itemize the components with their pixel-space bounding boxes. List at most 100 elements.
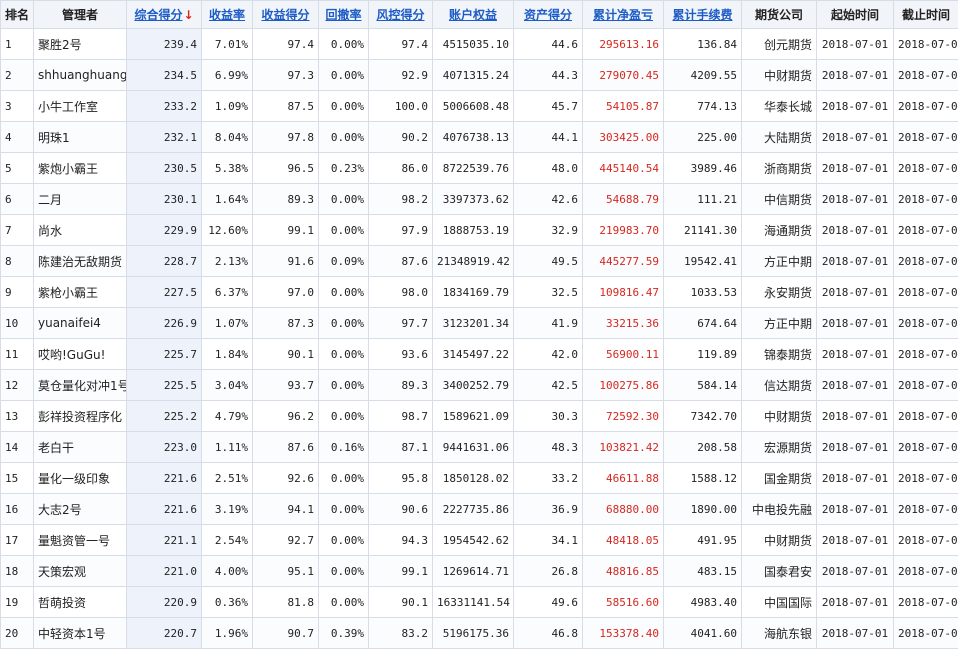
table-row[interactable]: 9紫枪小霸王227.56.37%97.00.00%98.01834169.793… [1, 277, 958, 308]
cell-end-date: 2018-07-03 [894, 432, 958, 463]
cell-drawdown: 0.39% [319, 618, 369, 649]
cell-composite-score: 229.9 [127, 215, 202, 246]
table-row[interactable]: 7尚水229.912.60%99.10.00%97.91888753.1932.… [1, 215, 958, 246]
cell-return-rate: 2.13% [202, 246, 253, 277]
cell-rank: 7 [1, 215, 34, 246]
table-row[interactable]: 3小牛工作室233.21.09%87.50.00%100.05006608.48… [1, 91, 958, 122]
cell-company: 浙商期货 [742, 153, 817, 184]
table-row[interactable]: 1聚胜2号239.47.01%97.40.00%97.44515035.1044… [1, 29, 958, 60]
cell-drawdown: 0.00% [319, 215, 369, 246]
cell-return-score: 87.5 [253, 91, 319, 122]
table-row[interactable]: 11哎哟!GuGu!225.71.84%90.10.00%93.63145497… [1, 339, 958, 370]
cell-drawdown: 0.00% [319, 184, 369, 215]
table-body: 1聚胜2号239.47.01%97.40.00%97.44515035.1044… [1, 29, 958, 649]
cell-return-score: 87.3 [253, 308, 319, 339]
cell-rank: 12 [1, 370, 34, 401]
cell-equity: 1954542.62 [433, 525, 514, 556]
table-row[interactable]: 6二月230.11.64%89.30.00%98.23397373.6242.6… [1, 184, 958, 215]
table-row[interactable]: 15量化一级印象221.62.51%92.60.00%95.81850128.0… [1, 463, 958, 494]
cell-net-pnl: 54688.79 [583, 184, 664, 215]
sort-return-rate[interactable]: 收益率 [202, 1, 253, 29]
table-row[interactable]: 17量魁资管一号221.12.54%92.70.00%94.31954542.6… [1, 525, 958, 556]
header-manager: 管理者 [34, 1, 127, 29]
table-row[interactable]: 2shhuanghuang234.56.99%97.30.00%92.94071… [1, 60, 958, 91]
table-row[interactable]: 19哲萌投资220.90.36%81.80.00%90.116331141.54… [1, 587, 958, 618]
table-row[interactable]: 14老白干223.01.11%87.60.16%87.19441631.0648… [1, 432, 958, 463]
cell-equity: 1834169.79 [433, 277, 514, 308]
table-row[interactable]: 8陈建治无敌期货228.72.13%91.60.09%87.621348919.… [1, 246, 958, 277]
table-row[interactable]: 20中轻资本1号220.71.96%90.70.39%83.25196175.3… [1, 618, 958, 649]
cell-rank: 10 [1, 308, 34, 339]
cell-manager: 量化一级印象 [34, 463, 127, 494]
header-asset-score-label: 资产得分 [524, 8, 572, 22]
cell-company: 方正中期 [742, 308, 817, 339]
sort-equity[interactable]: 账户权益 [433, 1, 514, 29]
cell-drawdown: 0.00% [319, 463, 369, 494]
sort-return-score[interactable]: 收益得分 [253, 1, 319, 29]
cell-company: 国泰君安 [742, 556, 817, 587]
cell-drawdown: 0.16% [319, 432, 369, 463]
cell-risk-score: 93.6 [369, 339, 433, 370]
cell-end-date: 2018-07-03 [894, 618, 958, 649]
cell-end-date: 2018-07-03 [894, 215, 958, 246]
sort-asset-score[interactable]: 资产得分 [514, 1, 583, 29]
cell-equity: 3400252.79 [433, 370, 514, 401]
cell-risk-score: 98.7 [369, 401, 433, 432]
cell-equity: 5006608.48 [433, 91, 514, 122]
cell-end-date: 2018-07-03 [894, 184, 958, 215]
table-row[interactable]: 12莫仓量化对冲1号225.53.04%93.70.00%89.33400252… [1, 370, 958, 401]
table-row[interactable]: 4明珠1232.18.04%97.80.00%90.24076738.1344.… [1, 122, 958, 153]
cell-net-pnl: 219983.70 [583, 215, 664, 246]
header-end-label: 截止时间 [902, 8, 950, 22]
sort-composite-score[interactable]: 综合得分↓ [127, 1, 202, 29]
cell-manager: 小牛工作室 [34, 91, 127, 122]
cell-manager: 莫仓量化对冲1号 [34, 370, 127, 401]
cell-asset-score: 36.9 [514, 494, 583, 525]
cell-equity: 3123201.34 [433, 308, 514, 339]
cell-return-score: 90.1 [253, 339, 319, 370]
table-row[interactable]: 10yuanaifei4226.91.07%87.30.00%97.731232… [1, 308, 958, 339]
cell-drawdown: 0.00% [319, 91, 369, 122]
cell-net-pnl: 56900.11 [583, 339, 664, 370]
cell-risk-score: 86.0 [369, 153, 433, 184]
cell-net-pnl: 279070.45 [583, 60, 664, 91]
cell-net-pnl: 46611.88 [583, 463, 664, 494]
sort-drawdown[interactable]: 回撤率 [319, 1, 369, 29]
cell-rank: 18 [1, 556, 34, 587]
cell-net-pnl: 33215.36 [583, 308, 664, 339]
cell-equity: 1888753.19 [433, 215, 514, 246]
header-company-label: 期货公司 [755, 8, 803, 22]
cell-company: 中财期货 [742, 401, 817, 432]
table-row[interactable]: 5紫炮小霸王230.55.38%96.50.23%86.08722539.764… [1, 153, 958, 184]
cell-asset-score: 42.6 [514, 184, 583, 215]
header-rank: 排名 [1, 1, 34, 29]
cell-return-rate: 12.60% [202, 215, 253, 246]
sort-risk-score[interactable]: 风控得分 [369, 1, 433, 29]
cell-start-date: 2018-07-01 [817, 463, 894, 494]
cell-company: 中国国际 [742, 587, 817, 618]
cell-risk-score: 99.1 [369, 556, 433, 587]
table-row[interactable]: 16大志2号221.63.19%94.10.00%90.62227735.863… [1, 494, 958, 525]
cell-rank: 3 [1, 91, 34, 122]
cell-risk-score: 97.9 [369, 215, 433, 246]
cell-risk-score: 87.1 [369, 432, 433, 463]
cell-end-date: 2018-07-03 [894, 122, 958, 153]
cell-composite-score: 226.9 [127, 308, 202, 339]
cell-manager: 紫炮小霸王 [34, 153, 127, 184]
cell-asset-score: 44.3 [514, 60, 583, 91]
cell-return-score: 93.7 [253, 370, 319, 401]
cell-asset-score: 41.9 [514, 308, 583, 339]
sort-fees[interactable]: 累计手续费 [664, 1, 742, 29]
cell-start-date: 2018-07-01 [817, 153, 894, 184]
sort-net-pnl[interactable]: 累计净盈亏 [583, 1, 664, 29]
table-row[interactable]: 13彭祥投资程序化225.24.79%96.20.00%98.71589621.… [1, 401, 958, 432]
cell-equity: 4071315.24 [433, 60, 514, 91]
cell-net-pnl: 100275.86 [583, 370, 664, 401]
cell-start-date: 2018-07-01 [817, 618, 894, 649]
cell-return-score: 90.7 [253, 618, 319, 649]
table-row[interactable]: 18天策宏观221.04.00%95.10.00%99.11269614.712… [1, 556, 958, 587]
cell-asset-score: 32.9 [514, 215, 583, 246]
header-fees-label: 累计手续费 [672, 8, 732, 22]
cell-composite-score: 227.5 [127, 277, 202, 308]
cell-fees: 491.95 [664, 525, 742, 556]
